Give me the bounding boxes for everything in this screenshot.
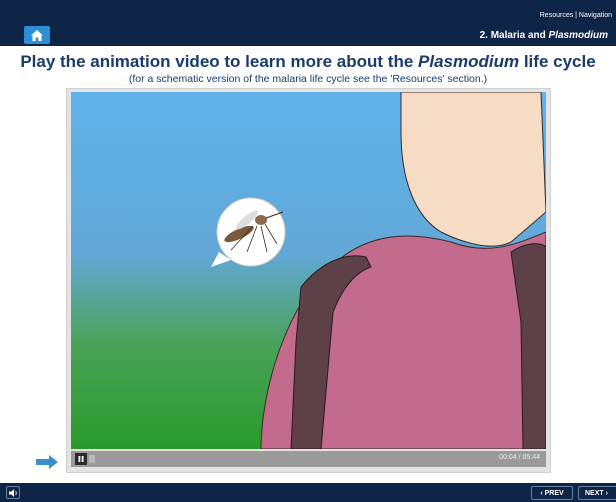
home-icon: [31, 29, 43, 41]
time-readout: 00:04 / 05:44: [499, 454, 540, 461]
page-title-italic: Plasmodium: [418, 52, 520, 71]
pause-button[interactable]: [75, 453, 87, 465]
top-bar: Resources | Navigation 2. Malaria and Pl…: [0, 0, 616, 46]
progress-fill[interactable]: [89, 455, 95, 463]
page-subtitle: (for a schematic version of the malaria …: [128, 73, 488, 85]
section-title: 2. Malaria and Plasmodium: [480, 30, 608, 41]
right-arrow-icon: [36, 455, 58, 469]
video-canvas[interactable]: [71, 92, 546, 449]
next-button[interactable]: NEXT ›: [578, 486, 616, 500]
page-title-prefix: Play the animation video to learn more a…: [20, 52, 419, 71]
section-title-italic: Plasmodium: [548, 30, 608, 41]
page-title-suffix: life cycle: [519, 52, 596, 71]
animation-frame: [71, 92, 546, 449]
bottom-bar: ‹ PREV NEXT ›: [0, 483, 616, 502]
page-title: Play the animation video to learn more a…: [0, 52, 616, 72]
video-player: 00:04 / 05:44: [66, 88, 551, 473]
section-title-prefix: 2. Malaria and: [479, 30, 549, 41]
speaker-icon: [8, 488, 17, 497]
resources-navigation-links[interactable]: Resources | Navigation: [540, 12, 612, 19]
prev-button[interactable]: ‹ PREV: [531, 486, 573, 500]
video-control-bar: 00:04 / 05:44: [71, 451, 546, 467]
home-button[interactable]: [24, 26, 50, 44]
pause-icon: [78, 456, 84, 462]
sound-button[interactable]: [6, 486, 20, 499]
